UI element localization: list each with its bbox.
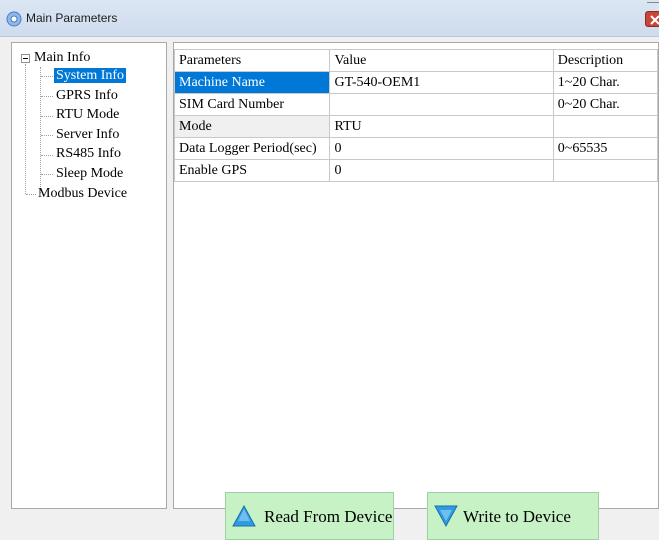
param-value-cell[interactable]: 0 [329, 137, 554, 160]
tree-branch [26, 194, 36, 195]
param-name-cell[interactable]: Machine Name [173, 71, 331, 94]
param-name-cell[interactable]: Mode [173, 115, 331, 138]
param-desc-cell: 0~65535 [552, 137, 659, 160]
arrow-up-icon [232, 504, 256, 527]
divider [647, 2, 659, 3]
table-row[interactable]: Machine Name GT-540-OEM1 1~20 Char. [173, 71, 659, 94]
table-header-row: Parameters Value Description [173, 49, 659, 72]
read-from-device-button[interactable]: Read From Device [225, 492, 394, 540]
tree-item-server-info[interactable]: Server Info [54, 126, 121, 144]
table-row[interactable]: Data Logger Period(sec) 0 0~65535 [173, 137, 659, 160]
close-button[interactable] [645, 11, 659, 27]
tree-guide [25, 64, 26, 194]
parameter-table: Parameters Value Description Machine Nam… [173, 49, 659, 182]
table-row[interactable]: SIM Card Number 0~20 Char. [173, 93, 659, 116]
parameter-grid[interactable]: Parameters Value Description Machine Nam… [173, 42, 659, 540]
param-desc-cell [552, 159, 659, 182]
param-value-cell[interactable]: GT-540-OEM1 [329, 71, 554, 94]
tree-item-rs485-info[interactable]: RS485 Info [54, 145, 123, 163]
param-name-cell[interactable]: Data Logger Period(sec) [173, 137, 331, 160]
tree-item-system-info[interactable]: System Info [54, 67, 127, 85]
column-header-description[interactable]: Description [552, 49, 659, 72]
tree-branch [41, 76, 53, 77]
app-icon [6, 11, 22, 27]
tree-branch [41, 116, 53, 117]
param-desc-cell: 0~20 Char. [552, 93, 659, 116]
param-desc-cell: 1~20 Char. [552, 71, 659, 94]
tree-branch [41, 174, 53, 175]
tree-item-rtu-mode[interactable]: RTU Mode [54, 106, 121, 124]
param-name-cell[interactable]: SIM Card Number [173, 93, 331, 116]
window-title: Main Parameters [26, 11, 118, 25]
table-row[interactable]: Enable GPS 0 [173, 159, 659, 182]
write-button-label: Write to Device [463, 507, 571, 526]
write-to-device-button[interactable]: Write to Device [427, 492, 599, 540]
title-bar: Main Parameters [0, 0, 659, 37]
param-value-cell[interactable]: RTU [329, 115, 554, 138]
tree-branch [41, 135, 53, 136]
close-icon [650, 15, 659, 25]
table-row[interactable]: Mode RTU [173, 115, 659, 138]
tree-item-gprs-info[interactable]: GPRS Info [54, 87, 120, 105]
read-button-label: Read From Device [264, 507, 393, 526]
tree-item-main-info[interactable]: Main Info [32, 49, 92, 67]
param-desc-cell [552, 115, 659, 138]
arrow-down-icon [434, 505, 458, 528]
collapse-toggle-icon[interactable] [21, 54, 30, 63]
param-value-cell[interactable] [329, 93, 554, 116]
tree-view[interactable]: Main Info System Info GPRS Info RTU Mode… [11, 42, 167, 509]
tree-item-modbus-device[interactable]: Modbus Device [36, 185, 129, 203]
tree-branch [41, 155, 53, 156]
param-value-cell[interactable]: 0 [329, 159, 554, 182]
column-header-parameters[interactable]: Parameters [173, 49, 331, 72]
param-name-cell[interactable]: Enable GPS [173, 159, 331, 182]
tree-item-sleep-mode[interactable]: Sleep Mode [54, 165, 125, 183]
column-header-value[interactable]: Value [329, 49, 554, 72]
tree-branch [41, 96, 53, 97]
